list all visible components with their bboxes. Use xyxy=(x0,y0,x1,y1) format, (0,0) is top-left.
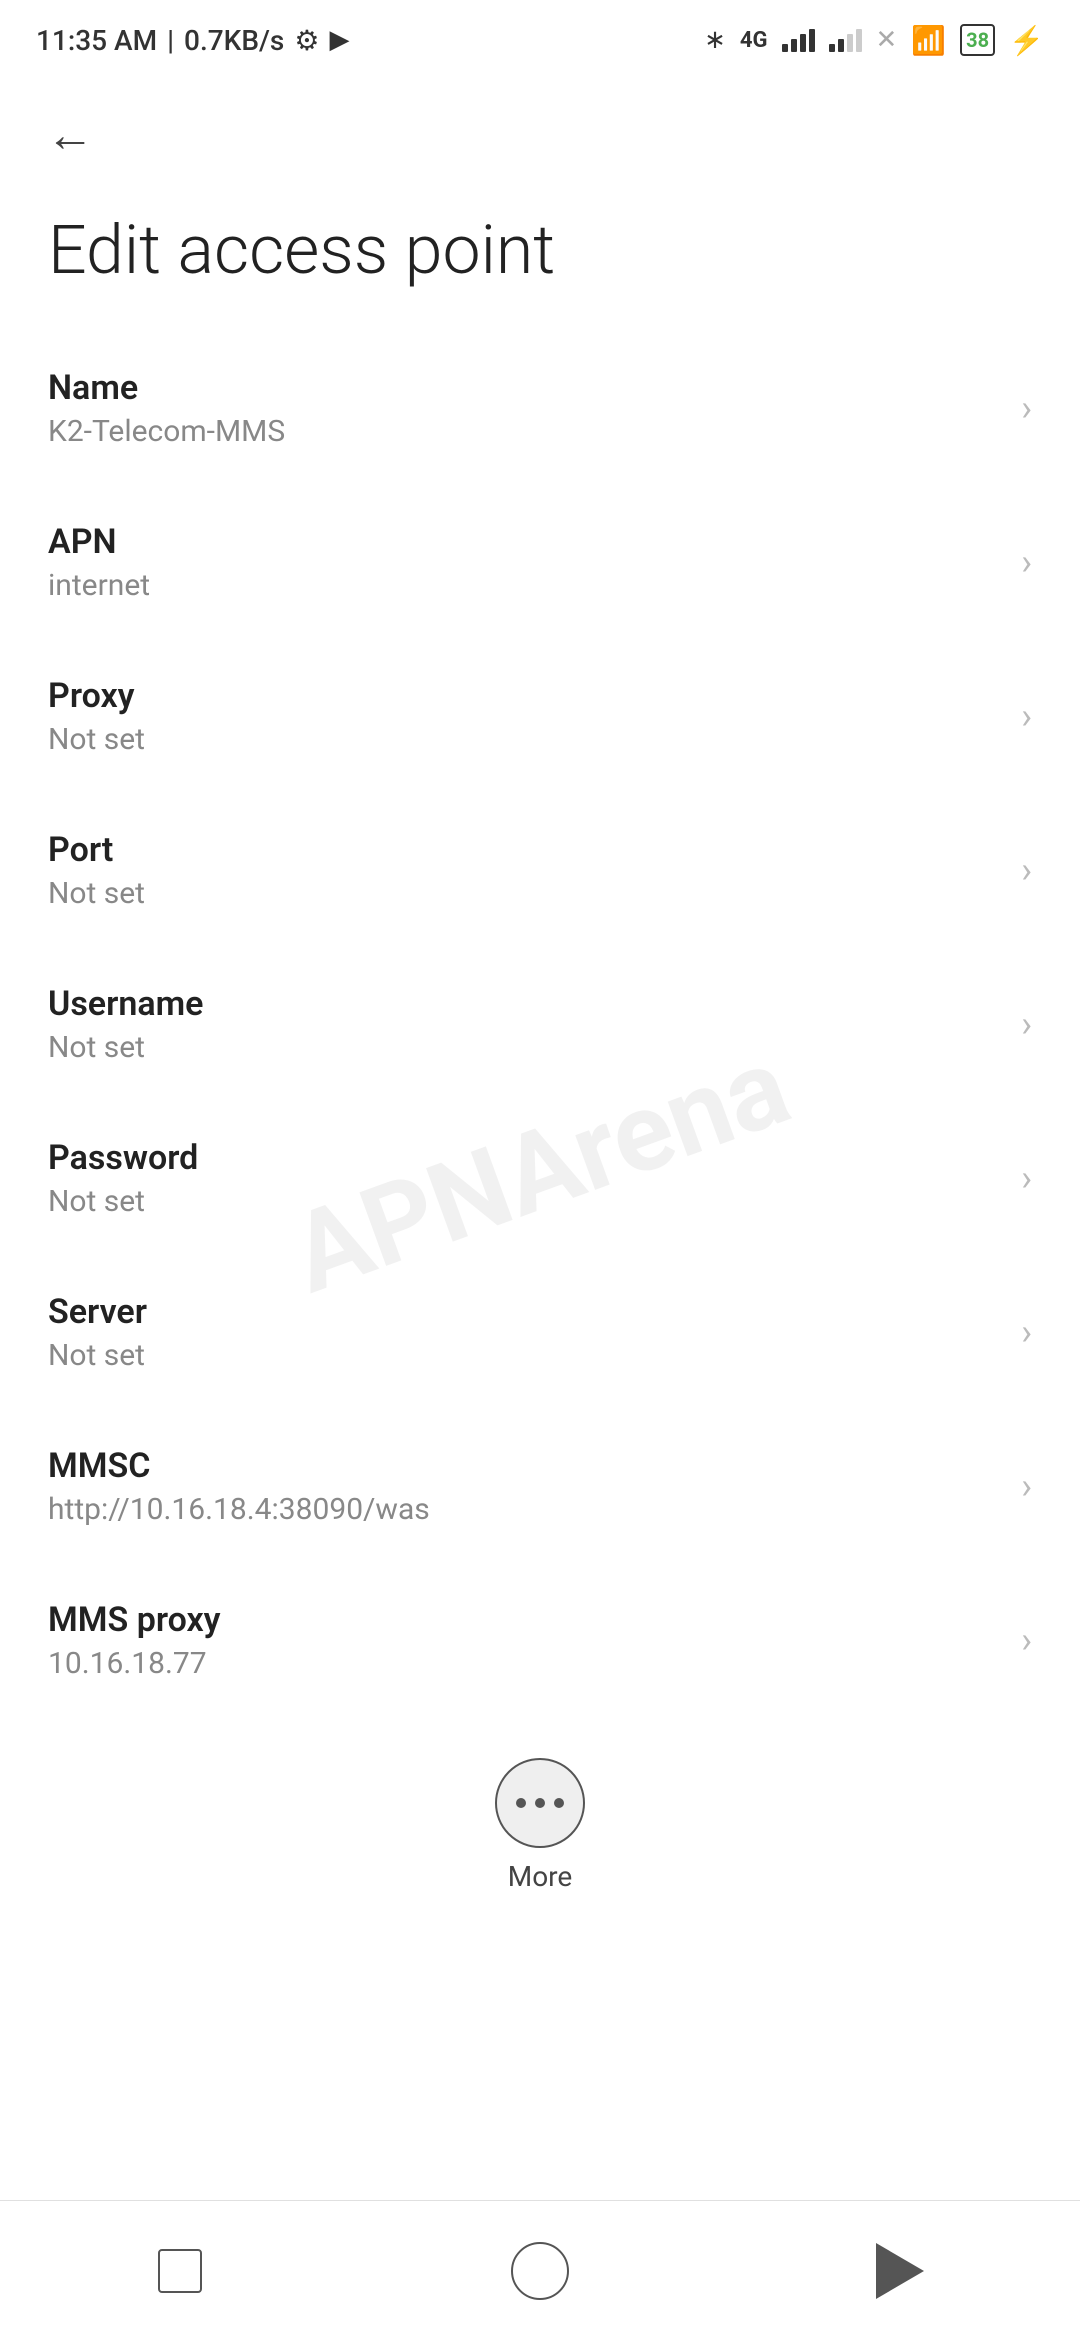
settings-item-username-value: Not set xyxy=(48,1030,1001,1065)
settings-item-server-value: Not set xyxy=(48,1338,1001,1373)
settings-item-apn-label: APN xyxy=(48,522,1001,562)
settings-item-server-label: Server xyxy=(48,1292,1001,1332)
chevron-right-icon: › xyxy=(1021,849,1032,891)
nav-back-button[interactable] xyxy=(840,2231,960,2311)
more-button[interactable] xyxy=(495,1758,585,1848)
settings-item-mmsc-content: MMSC http://10.16.18.4:38090/was xyxy=(48,1446,1001,1527)
settings-item-password[interactable]: Password Not set › xyxy=(0,1102,1080,1256)
settings-item-server-content: Server Not set xyxy=(48,1292,1001,1373)
settings-list: Name K2-Telecom-MMS › APN internet › Pro… xyxy=(0,332,1080,1718)
settings-item-name-value: K2-Telecom-MMS xyxy=(48,414,1001,449)
settings-item-password-label: Password xyxy=(48,1138,1001,1178)
settings-item-proxy-value: Not set xyxy=(48,722,1001,757)
video-icon: ▶ xyxy=(329,25,349,55)
settings-item-port-content: Port Not set xyxy=(48,830,1001,911)
back-row: ← xyxy=(0,72,1080,180)
nav-bar xyxy=(0,2200,1080,2340)
settings-item-name[interactable]: Name K2-Telecom-MMS › xyxy=(0,332,1080,486)
signal-bars-1 xyxy=(782,29,815,52)
settings-item-username[interactable]: Username Not set › xyxy=(0,948,1080,1102)
chevron-right-icon: › xyxy=(1021,1157,1032,1199)
settings-item-username-content: Username Not set xyxy=(48,984,1001,1065)
nav-recents-button[interactable] xyxy=(120,2231,240,2311)
wifi-icon: 📶 xyxy=(911,24,946,57)
settings-item-mmsc-label: MMSC xyxy=(48,1446,1001,1486)
chevron-right-icon: › xyxy=(1021,541,1032,583)
nav-home-button[interactable] xyxy=(480,2231,600,2311)
settings-item-mms-proxy-label: MMS proxy xyxy=(48,1600,1001,1640)
settings-item-mmsc[interactable]: MMSC http://10.16.18.4:38090/was › xyxy=(0,1410,1080,1564)
settings-item-port-label: Port xyxy=(48,830,1001,870)
more-label: More xyxy=(508,1860,573,1893)
more-section: More xyxy=(0,1718,1080,1923)
charging-icon: ⚡ xyxy=(1009,24,1044,57)
settings-item-name-label: Name xyxy=(48,368,1001,408)
settings-item-name-content: Name K2-Telecom-MMS xyxy=(48,368,1001,449)
settings-item-password-value: Not set xyxy=(48,1184,1001,1219)
separator: | xyxy=(167,24,174,57)
recents-icon xyxy=(158,2249,202,2293)
network-4g-icon: 4G xyxy=(740,28,768,53)
chevron-right-icon: › xyxy=(1021,695,1032,737)
back-arrow-icon: ← xyxy=(46,112,94,160)
settings-item-port[interactable]: Port Not set › xyxy=(0,794,1080,948)
settings-item-server[interactable]: Server Not set › xyxy=(0,1256,1080,1410)
no-signal-icon: ✕ xyxy=(876,25,898,55)
status-right: ∗ 4G ✕ 📶 38 ⚡ xyxy=(704,24,1044,57)
settings-item-proxy-label: Proxy xyxy=(48,676,1001,716)
settings-item-apn-value: internet xyxy=(48,568,1001,603)
settings-item-apn[interactable]: APN internet › xyxy=(0,486,1080,640)
more-dots-icon xyxy=(516,1798,564,1808)
settings-item-proxy[interactable]: Proxy Not set › xyxy=(0,640,1080,794)
settings-item-mms-proxy-value: 10.16.18.77 xyxy=(48,1646,1001,1681)
status-bar: 11:35 AM | 0.7KB/s ⚙ ▶ ∗ 4G ✕ 📶 38 ⚡ xyxy=(0,0,1080,72)
page-title: Edit access point xyxy=(0,180,1080,332)
chevron-right-icon: › xyxy=(1021,1311,1032,1353)
settings-item-mms-proxy[interactable]: MMS proxy 10.16.18.77 › xyxy=(0,1564,1080,1718)
bluetooth-icon: ∗ xyxy=(704,25,726,55)
home-icon xyxy=(511,2242,569,2300)
signal-bars-2 xyxy=(829,29,862,52)
chevron-right-icon: › xyxy=(1021,1465,1032,1507)
time-label: 11:35 AM xyxy=(36,24,157,57)
battery-icon: 38 xyxy=(960,24,995,56)
back-button[interactable]: ← xyxy=(36,102,104,170)
chevron-right-icon: › xyxy=(1021,1619,1032,1661)
back-icon xyxy=(876,2243,924,2299)
settings-icon: ⚙ xyxy=(294,24,319,57)
settings-item-proxy-content: Proxy Not set xyxy=(48,676,1001,757)
settings-item-mmsc-value: http://10.16.18.4:38090/was xyxy=(48,1492,1001,1527)
settings-item-apn-content: APN internet xyxy=(48,522,1001,603)
chevron-right-icon: › xyxy=(1021,387,1032,429)
settings-item-username-label: Username xyxy=(48,984,1001,1024)
settings-item-port-value: Not set xyxy=(48,876,1001,911)
chevron-right-icon: › xyxy=(1021,1003,1032,1045)
speed-label: 0.7KB/s xyxy=(184,24,284,57)
settings-item-password-content: Password Not set xyxy=(48,1138,1001,1219)
settings-item-mms-proxy-content: MMS proxy 10.16.18.77 xyxy=(48,1600,1001,1681)
status-left: 11:35 AM | 0.7KB/s ⚙ ▶ xyxy=(36,24,349,57)
